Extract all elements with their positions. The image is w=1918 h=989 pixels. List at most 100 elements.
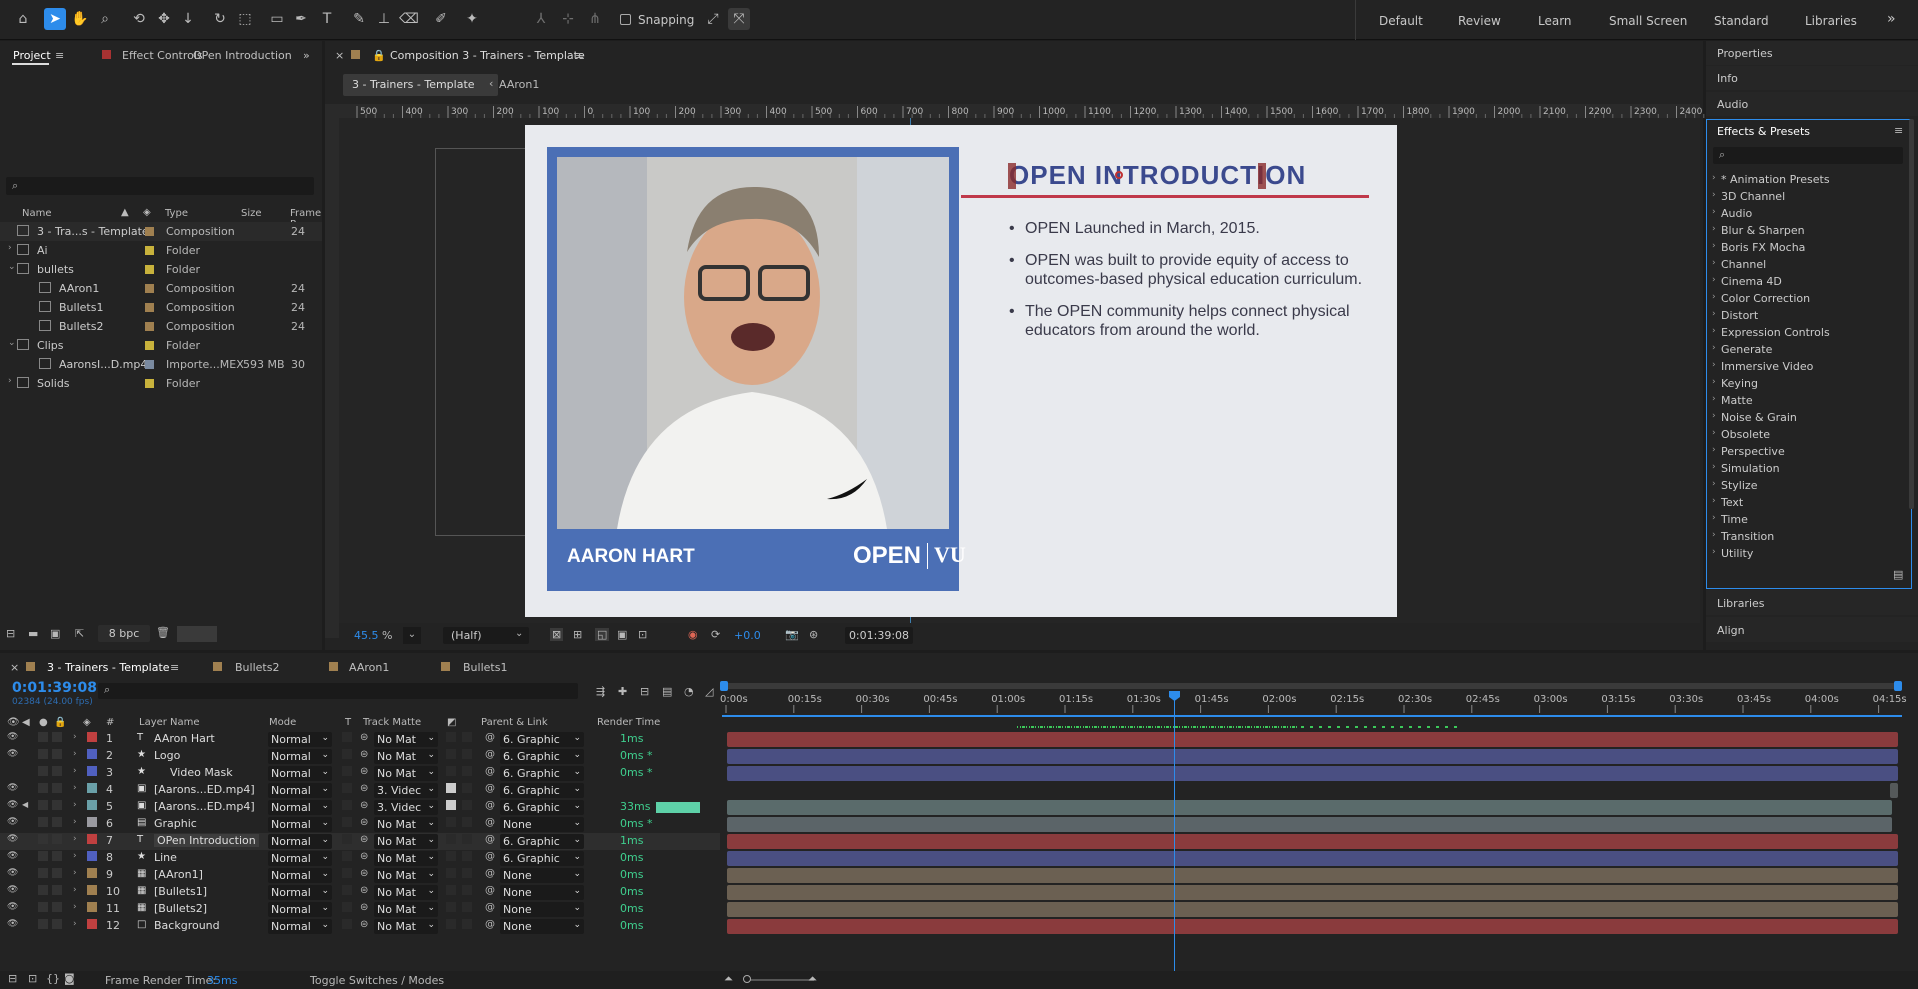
bit-depth-button[interactable]: 8 bpc <box>98 625 150 642</box>
project-search-input[interactable]: ⌕ <box>6 177 314 195</box>
fast-previews-icon[interactable]: ⊠ <box>550 628 564 641</box>
snapping-checkbox[interactable] <box>620 14 631 25</box>
delete-icon[interactable]: 🗑 <box>156 626 170 639</box>
layer-duration-bar[interactable] <box>727 766 1898 781</box>
workspace-learn[interactable]: Learn <box>1538 14 1572 28</box>
expand-in-out-icon[interactable]: {} <box>46 972 60 985</box>
effects-category[interactable]: › Generate <box>1712 342 1902 358</box>
expand-layer-switches-icon[interactable]: ⊟ <box>8 972 17 985</box>
effects-category[interactable]: › Matte <box>1712 393 1902 409</box>
orbit-camera-icon[interactable]: ⟲ <box>128 8 150 30</box>
project-item[interactable]: AaronsI...D.mp4 Importe...MEX 593 MB 30 <box>0 355 322 374</box>
transparency-grid-icon[interactable]: ⊞ <box>573 628 582 641</box>
project-item[interactable]: Bullets1 Composition 24 <box>0 298 322 317</box>
render-time-toggle-icon[interactable]: ◙ <box>64 972 75 985</box>
tab-timeline-main[interactable]: 3 - Trainers - Template <box>47 661 170 674</box>
brush-tool-icon[interactable]: ✎ <box>348 8 370 30</box>
tab-aaron1[interactable]: AAron1 <box>349 661 389 674</box>
pan-camera-icon[interactable]: ✥ <box>153 8 175 30</box>
work-area-start-handle[interactable] <box>720 681 728 691</box>
sort-ascending-icon[interactable]: ▲ <box>121 207 129 218</box>
rotate-tool-icon[interactable]: ↻ <box>209 8 231 30</box>
text-handle[interactable] <box>1008 163 1016 189</box>
effects-category[interactable]: › Simulation <box>1712 461 1902 477</box>
tab-bullets1[interactable]: Bullets1 <box>463 661 507 674</box>
zoom-slider-thumb[interactable] <box>743 975 751 983</box>
close-panel-icon[interactable]: × <box>10 661 19 674</box>
hand-tool-icon[interactable]: ✋ <box>69 8 91 30</box>
effects-category[interactable]: › Text <box>1712 495 1902 511</box>
effects-category[interactable]: › * Animation Presets <box>1712 172 1902 188</box>
effects-search-input[interactable]: ⌕ <box>1713 147 1903 164</box>
composition-mini-flowchart-icon[interactable]: ⇶ <box>596 685 605 698</box>
effects-category[interactable]: › Channel <box>1712 257 1902 273</box>
grid-guides-icon[interactable]: ⊡ <box>638 628 647 641</box>
col-track-matte[interactable]: Track Matte <box>363 717 421 728</box>
mask-visibility-icon[interactable]: ◱ <box>595 628 610 641</box>
panel-menu-icon[interactable]: ≡ <box>55 49 64 62</box>
layer-search-input[interactable]: ⌕ <box>98 683 578 699</box>
tab-bullets2[interactable]: Bullets2 <box>235 661 279 674</box>
channels-icon[interactable]: ◉ <box>688 628 698 641</box>
effects-category[interactable]: › Noise & Grain <box>1712 410 1902 426</box>
layer-duration-bar[interactable] <box>1890 783 1898 798</box>
pan-behind-icon[interactable]: ⬚ <box>234 8 256 30</box>
zoom-out-icon[interactable]: ⏶ <box>724 972 733 986</box>
composition-viewer[interactable]: AARON HART OPEN VU OPEN INTRODUCTION • OP… <box>339 118 1700 623</box>
layer-duration-bar[interactable] <box>727 919 1898 934</box>
frame-blending-icon[interactable]: ▤ <box>662 685 672 698</box>
effects-category[interactable]: › Expression Controls <box>1712 325 1902 341</box>
effect-controls-target[interactable]: OPen Introduction <box>193 49 292 62</box>
anchor-point-icon[interactable] <box>1115 171 1123 179</box>
clone-stamp-icon[interactable]: ⊥ <box>373 8 395 30</box>
zoom-tool-icon[interactable]: ⌕ <box>94 8 116 30</box>
solo-switch-icon[interactable]: ● <box>39 717 48 728</box>
layer-duration-bar[interactable] <box>727 868 1898 883</box>
text-handle[interactable] <box>1258 163 1266 189</box>
label-swatch[interactable] <box>145 360 154 369</box>
new-preset-icon[interactable]: ▤ <box>1893 568 1903 581</box>
col-name[interactable]: Name <box>22 208 52 219</box>
col-t[interactable]: T <box>345 717 351 728</box>
panel-overflow-icon[interactable]: » <box>303 49 310 62</box>
work-area-bar[interactable] <box>722 683 1902 689</box>
rectangle-tool-icon[interactable]: ▭ <box>266 8 288 30</box>
home-icon[interactable]: ⌂ <box>12 8 34 30</box>
type-tool-icon[interactable]: T <box>316 8 338 30</box>
col-mode[interactable]: Mode <box>269 717 296 728</box>
label-swatch[interactable] <box>145 341 154 350</box>
tab-effect-controls[interactable]: Effect Controls <box>122 49 203 62</box>
video-switch-icon[interactable]: 👁 <box>7 717 20 728</box>
new-folder-icon[interactable]: ▬ <box>28 627 38 640</box>
label-column-icon[interactable]: ◈ <box>83 717 91 728</box>
chevron-left-icon[interactable]: ‹ <box>489 77 493 90</box>
workspace-review[interactable]: Review <box>1458 14 1501 28</box>
project-item[interactable]: AAron1 Composition 24 <box>0 279 322 298</box>
project-item[interactable]: › Ai Folder <box>0 241 322 260</box>
tab-aaron1[interactable]: AAron1 <box>499 78 539 91</box>
label-column-icon[interactable]: ◈ <box>143 207 151 218</box>
zoom-in-icon[interactable]: ⏶ <box>808 972 817 986</box>
col-layer-name[interactable]: Layer Name <box>139 717 200 728</box>
expand-transfer-controls-icon[interactable]: ⊡ <box>28 972 37 985</box>
workspace-libraries[interactable]: Libraries <box>1805 14 1857 28</box>
panel-menu-icon[interactable]: ≡ <box>1894 124 1903 137</box>
col-size[interactable]: Size <box>241 208 262 219</box>
work-area-end-handle[interactable] <box>1894 681 1902 691</box>
current-time-indicator[interactable] <box>1174 694 1175 980</box>
effects-category[interactable]: › Obsolete <box>1712 427 1902 443</box>
more-workspaces-icon[interactable]: » <box>1887 11 1896 27</box>
tab-3-trainers-template[interactable]: 3 - Trainers - Template ‹ <box>343 74 498 96</box>
toggle-switches-modes[interactable]: Toggle Switches / Modes <box>310 974 444 987</box>
panel-menu-icon[interactable]: ≡ <box>575 49 584 62</box>
label-swatch[interactable] <box>145 322 154 331</box>
expand-toggle-icon[interactable]: › <box>8 376 12 386</box>
align-panel[interactable]: Align <box>1706 617 1918 642</box>
effects-category[interactable]: › Blur & Sharpen <box>1712 223 1902 239</box>
project-item[interactable]: › Solids Folder <box>0 374 322 393</box>
layer-duration-bar[interactable] <box>727 817 1892 832</box>
label-swatch[interactable] <box>145 265 154 274</box>
current-time-field[interactable]: 0:01:39:08 <box>845 627 913 644</box>
col-render-time[interactable]: Render Time <box>597 717 660 728</box>
composition-panel-title[interactable]: Composition 3 - Trainers - Template <box>390 49 585 62</box>
